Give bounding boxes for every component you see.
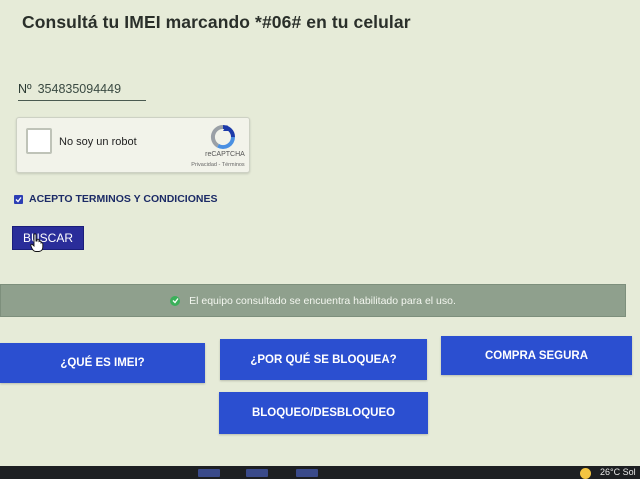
imei-field[interactable]: Nº 354835094449 [18, 82, 146, 101]
terms-label: ACEPTO TERMINOS Y CONDICIONES [29, 193, 218, 205]
terms-checkbox[interactable] [14, 194, 23, 204]
recaptcha-checkbox[interactable] [26, 128, 52, 154]
why-blocked-button[interactable]: ¿POR QUÉ SE BLOQUEA? [220, 339, 427, 380]
weather-text[interactable]: 26°C Sol [600, 467, 636, 477]
taskbar-app-icon[interactable] [198, 469, 220, 477]
recaptcha-links[interactable]: Privacidad - Términos [180, 162, 256, 168]
safe-purchase-button[interactable]: COMPRA SEGURA [441, 336, 632, 375]
status-message: El equipo consultado se encuentra habili… [189, 294, 456, 307]
page-title: Consultá tu IMEI marcando *#06# en tu ce… [22, 12, 411, 32]
taskbar: 26°C Sol [0, 466, 640, 479]
recaptcha-widget: No soy un robot reCAPTCHA Privacidad - T… [16, 117, 250, 173]
recaptcha-label: No soy un robot [59, 136, 137, 148]
status-banner: El equipo consultado se encuentra habili… [0, 284, 626, 317]
block-unblock-button[interactable]: BLOQUEO/DESBLOQUEO [219, 392, 428, 434]
search-button[interactable]: BUSCAR [12, 226, 84, 250]
hand-cursor-icon [30, 233, 44, 252]
taskbar-app-icon[interactable] [246, 469, 268, 477]
weather-sun-icon [580, 468, 591, 479]
check-circle-icon [170, 295, 181, 306]
imei-value[interactable]: 354835094449 [38, 82, 121, 96]
taskbar-app-icon[interactable] [296, 469, 318, 477]
recaptcha-logo-icon [210, 124, 236, 150]
terms-checkbox-row[interactable]: ACEPTO TERMINOS Y CONDICIONES [14, 193, 217, 205]
check-icon [15, 196, 22, 202]
what-is-imei-button[interactable]: ¿QUÉ ES IMEI? [0, 343, 205, 383]
recaptcha-brand: reCAPTCHA [205, 151, 245, 158]
imei-prefix: Nº [18, 82, 32, 96]
